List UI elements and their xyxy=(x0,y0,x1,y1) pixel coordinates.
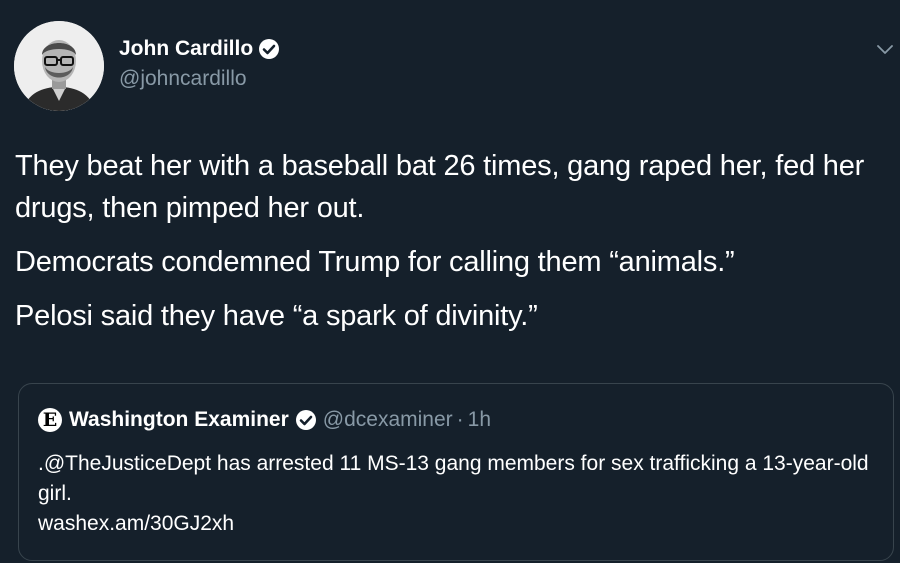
avatar[interactable] xyxy=(14,21,104,111)
quoted-tweet-header: E Washington Examiner @dcexaminer · 1h xyxy=(38,406,491,434)
quoted-tweet-text: .@TheJusticeDept has arrested 11 MS-13 g… xyxy=(38,452,869,505)
tweet-paragraph: They beat her with a baseball bat 26 tim… xyxy=(15,150,865,224)
tweet-paragraph: Democrats condemned Trump for calling th… xyxy=(15,246,735,278)
tweet-text: They beat her with a baseball bat 26 tim… xyxy=(15,145,895,349)
chevron-down-icon[interactable] xyxy=(876,42,894,56)
quoted-tweet-body: .@TheJusticeDept has arrested 11 MS-13 g… xyxy=(38,449,888,539)
tweet-paragraph: Pelosi said they have “a spark of divini… xyxy=(15,300,538,332)
author-name-row[interactable]: John Cardillo xyxy=(119,33,280,65)
author-display-name[interactable]: John Cardillo xyxy=(119,37,253,61)
quoted-author-handle[interactable]: @dcexaminer xyxy=(323,408,453,432)
verified-badge-icon xyxy=(295,409,317,431)
verified-badge-icon xyxy=(258,38,280,60)
author-handle[interactable]: @johncardillo xyxy=(119,67,247,91)
quoted-author-name[interactable]: Washington Examiner xyxy=(69,408,289,432)
quoted-tweet-card[interactable]: E Washington Examiner @dcexaminer · 1h .… xyxy=(18,383,894,561)
washington-examiner-logo-icon: E xyxy=(38,408,62,432)
quoted-tweet-timestamp[interactable]: 1h xyxy=(468,408,491,432)
avatar-photo xyxy=(14,21,104,111)
separator-dot: · xyxy=(456,408,464,431)
quoted-tweet-link[interactable]: washex.am/30GJ2xh xyxy=(38,509,888,539)
